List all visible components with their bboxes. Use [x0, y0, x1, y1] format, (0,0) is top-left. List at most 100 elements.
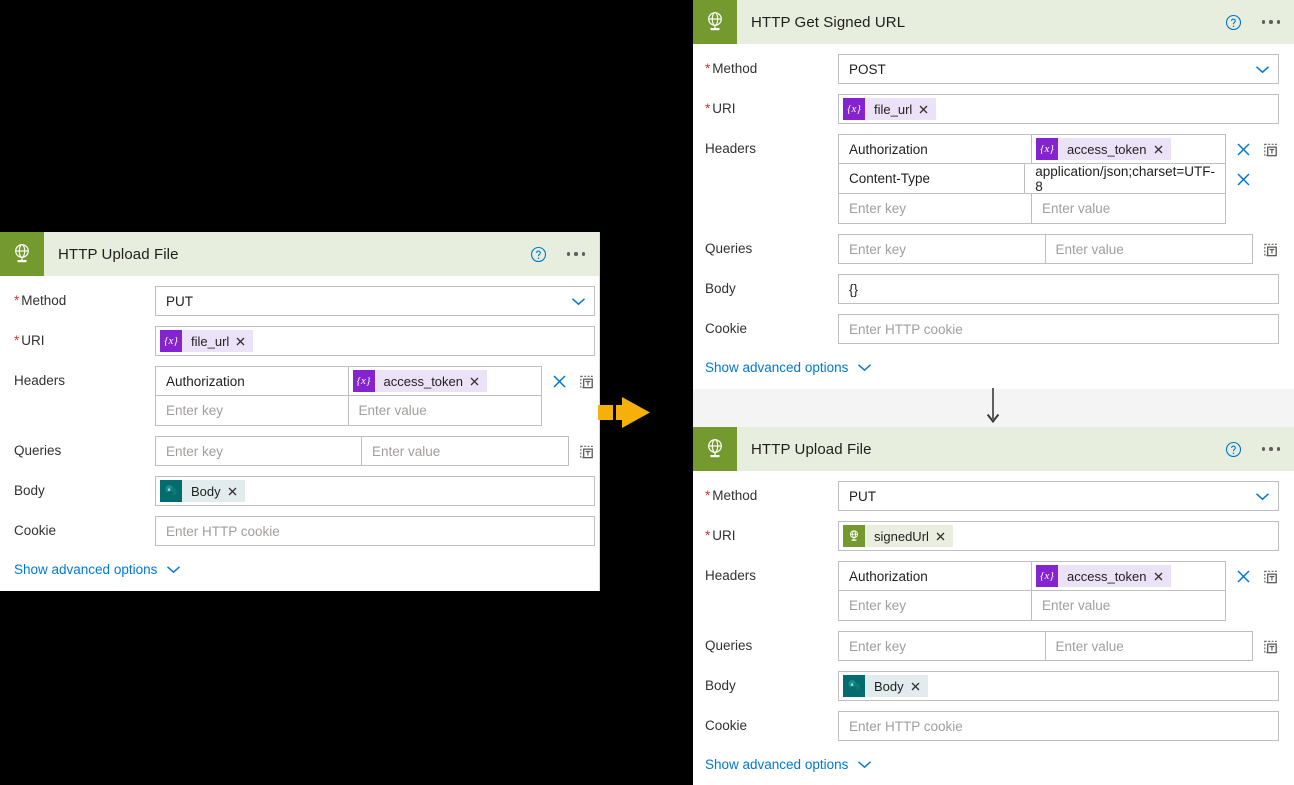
header-key-input[interactable]: Authorization	[838, 134, 1032, 164]
add-dynamic-content-icon[interactable]	[1262, 240, 1279, 258]
help-icon[interactable]	[530, 246, 547, 263]
table-row: Authorization {x} access_token	[838, 134, 1226, 164]
header-value-input[interactable]: {x} access_token	[1032, 134, 1226, 164]
token-chip-file-url[interactable]: {x} file_url	[160, 330, 254, 352]
header-row-tools	[1226, 164, 1279, 194]
close-icon[interactable]	[1235, 171, 1252, 188]
annotation-arrow-icon	[598, 397, 650, 428]
field-row-headers: Headers Authorization {x} access_token	[693, 134, 1294, 224]
uri-input[interactable]: {x} file_url	[155, 326, 595, 356]
show-advanced-options-link[interactable]: Show advanced options	[705, 354, 872, 375]
card-header[interactable]: HTTP Get Signed URL	[693, 0, 1294, 44]
field-label-body: Body	[14, 483, 45, 498]
add-dynamic-content-icon[interactable]	[1262, 567, 1279, 585]
cookie-input[interactable]: Enter HTTP cookie	[838, 314, 1279, 344]
token-chip-access-token[interactable]: {x} access_token	[1036, 565, 1171, 587]
field-label-cookie: Cookie	[14, 523, 57, 538]
header-value-input[interactable]: Enter value	[1032, 591, 1226, 621]
header-value-input[interactable]: {x} access_token	[348, 366, 542, 396]
close-icon	[1154, 572, 1162, 580]
help-icon[interactable]	[1225, 14, 1242, 31]
field-control-uri: {x} file_url	[155, 326, 595, 356]
header-key-input[interactable]: Enter key	[155, 396, 349, 426]
header-key-input[interactable]: Authorization	[838, 561, 1032, 591]
close-icon[interactable]	[1235, 141, 1252, 158]
close-icon[interactable]	[1235, 568, 1252, 585]
close-icon	[1154, 145, 1162, 153]
table-row: Content-Type application/json;charset=UT…	[838, 164, 1226, 194]
close-icon	[919, 105, 928, 113]
query-value-input[interactable]: Enter value	[362, 436, 569, 466]
token-chip-access-token[interactable]: {x} access_token	[352, 370, 487, 392]
method-dropdown[interactable]: PUT	[838, 481, 1279, 511]
help-icon[interactable]	[1225, 441, 1242, 458]
close-icon	[470, 377, 479, 385]
header-value-input[interactable]: {x} access_token	[1032, 561, 1226, 591]
action-card-http-upload-file[interactable]: HTTP Upload File * Method PUT * URI sign…	[693, 427, 1294, 785]
add-dynamic-content-icon[interactable]	[578, 442, 595, 460]
body-input[interactable]: s Body	[155, 476, 595, 506]
action-card-http-get-signed-url[interactable]: HTTP Get Signed URL * Method POST * URI …	[693, 0, 1294, 389]
field-label-body: Body	[705, 281, 736, 296]
card-body: * Method PUT * URI {x} file_url Headers …	[0, 276, 599, 591]
show-advanced-options-link[interactable]: Show advanced options	[14, 556, 181, 577]
chevron-down-icon	[1255, 65, 1270, 73]
field-control-body: {}	[838, 274, 1279, 304]
uri-input[interactable]: signedUrl	[838, 521, 1279, 551]
ellipsis-icon[interactable]	[1260, 441, 1283, 457]
field-row-method: * Method PUT	[693, 481, 1294, 511]
add-dynamic-content-icon[interactable]	[1262, 140, 1279, 158]
sharepoint-icon: s	[160, 480, 182, 502]
card-header[interactable]: HTTP Upload File	[0, 232, 599, 276]
method-value: PUT	[166, 293, 193, 309]
token-chip-access-token[interactable]: {x} access_token	[1036, 138, 1171, 160]
show-advanced-options-link[interactable]: Show advanced options	[705, 751, 872, 772]
token-chip-file-url[interactable]: {x} file_url	[843, 98, 937, 120]
body-input[interactable]: s Body	[838, 671, 1279, 701]
field-control-body: s Body	[155, 476, 595, 506]
query-value-input[interactable]: Enter value	[1045, 631, 1253, 661]
globe-icon	[843, 525, 865, 547]
globe-icon	[693, 0, 737, 44]
query-key-input[interactable]: Enter key	[838, 234, 1046, 264]
add-dynamic-content-icon[interactable]	[578, 372, 595, 390]
card-header[interactable]: HTTP Upload File	[693, 427, 1294, 471]
method-dropdown[interactable]: POST	[838, 54, 1279, 84]
table-row: Enter key Enter value	[155, 436, 569, 466]
header-value-input[interactable]: Enter value	[348, 396, 542, 426]
show-advanced-options-label: Show advanced options	[14, 562, 158, 577]
close-icon[interactable]	[551, 373, 568, 390]
header-row-tools	[1226, 561, 1279, 591]
token-chip-body[interactable]: s Body	[843, 675, 928, 697]
uri-input[interactable]: {x} file_url	[838, 94, 1279, 124]
table-row: Enter key Enter value	[838, 591, 1226, 621]
header-value-input[interactable]: Enter value	[1032, 194, 1226, 224]
method-dropdown[interactable]: PUT	[155, 286, 595, 316]
header-key-input[interactable]: Enter key	[838, 194, 1032, 224]
token-label: Body	[874, 678, 904, 694]
header-key-input[interactable]: Content-Type	[838, 164, 1026, 194]
cookie-input[interactable]: Enter HTTP cookie	[838, 711, 1279, 741]
callout-card-http-upload-file[interactable]: HTTP Upload File * Method PUT * URI {x} …	[0, 232, 600, 591]
field-control-headers: Authorization {x} access_token	[838, 134, 1279, 224]
field-control-queries: Enter key Enter value	[838, 234, 1279, 264]
header-key-input[interactable]: Authorization	[155, 366, 349, 396]
header-value-input[interactable]: application/json;charset=UTF-8	[1025, 164, 1226, 194]
header-key-input[interactable]: Enter key	[838, 591, 1032, 621]
field-control-uri: {x} file_url	[838, 94, 1279, 124]
cookie-input[interactable]: Enter HTTP cookie	[155, 516, 595, 546]
token-chip-signed-url[interactable]: signedUrl	[843, 525, 953, 547]
add-dynamic-content-icon[interactable]	[1262, 637, 1279, 655]
token-chip-body[interactable]: s Body	[160, 480, 245, 502]
screenshot-canvas: HTTP Get Signed URL * Method POST * URI …	[0, 0, 1294, 785]
ellipsis-icon[interactable]	[565, 246, 588, 262]
query-key-input[interactable]: Enter key	[155, 436, 362, 466]
field-label-method: * Method	[14, 293, 67, 308]
query-key-input[interactable]: Enter key	[838, 631, 1046, 661]
field-row-body: Body s Body	[693, 671, 1294, 701]
ellipsis-icon[interactable]	[1260, 14, 1283, 30]
field-control-headers: Authorization {x} access_token	[155, 366, 595, 426]
field-control-cookie: Enter HTTP cookie	[838, 314, 1279, 344]
query-value-input[interactable]: Enter value	[1045, 234, 1253, 264]
body-input[interactable]: {}	[838, 274, 1279, 304]
